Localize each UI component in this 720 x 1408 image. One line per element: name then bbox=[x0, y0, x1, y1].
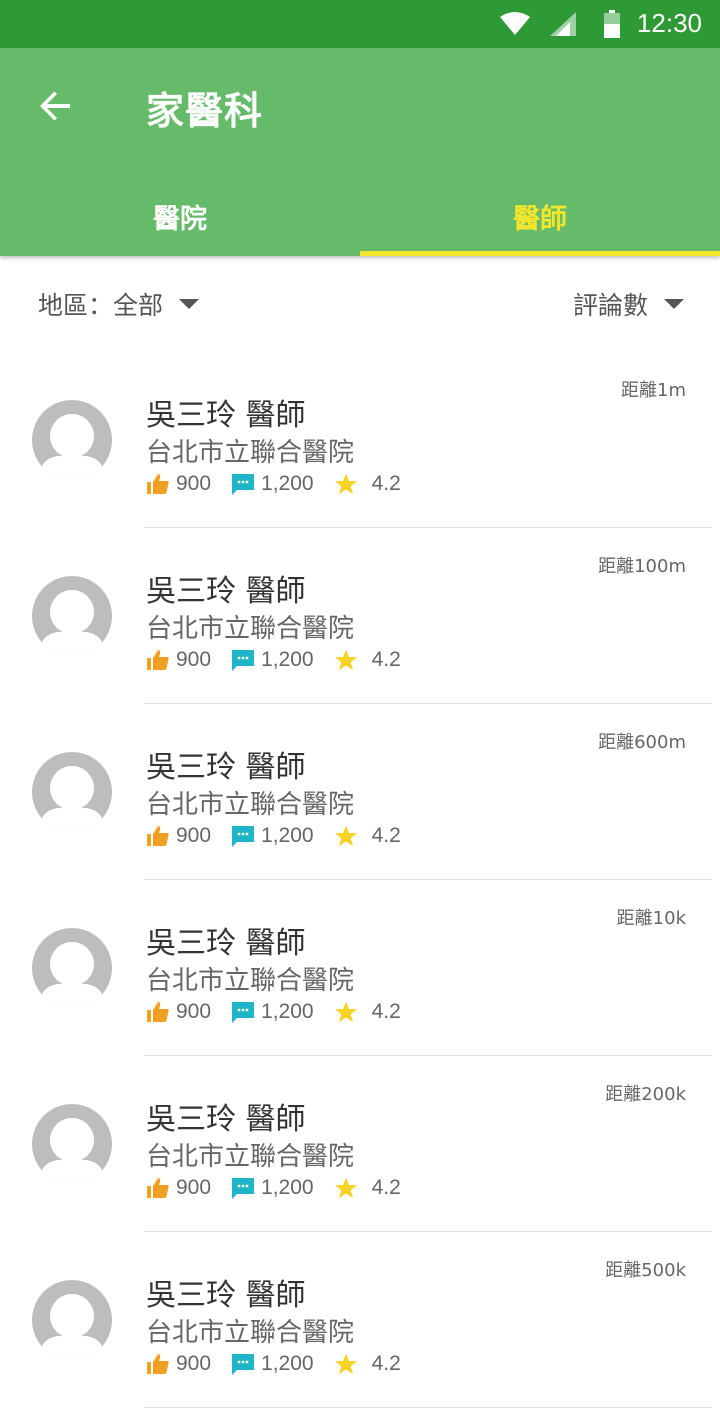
hospital-name: 台北市立聯合醫院 bbox=[146, 438, 355, 468]
tab-hospital[interactable]: 醫院 bbox=[0, 176, 360, 256]
likes-count: 900 bbox=[176, 1352, 212, 1375]
distance-label: 距離100m bbox=[598, 556, 686, 577]
region-filter-dropdown[interactable]: 地區：全部 bbox=[38, 284, 200, 324]
comment-icon bbox=[232, 474, 255, 495]
thumbs-up-icon bbox=[147, 1354, 169, 1374]
doctor-list-item[interactable]: 吳三玲 醫師 台北市立聯合醫院 900 1,200 4.2 距離200k bbox=[0, 1056, 720, 1232]
distance-label: 距離200k bbox=[605, 1084, 686, 1105]
star-icon bbox=[334, 1353, 357, 1374]
doctor-list-item[interactable]: 吳三玲 醫師 台北市立聯合醫院 900 1,200 4.2 距離600m bbox=[0, 704, 720, 880]
distance-label: 距離1m bbox=[621, 380, 686, 401]
doctor-name: 吳三玲 醫師 bbox=[146, 1102, 306, 1137]
status-time: 12:30 bbox=[636, 8, 702, 38]
likes-count: 900 bbox=[176, 1176, 212, 1199]
doctor-stats: 900 1,200 4.2 bbox=[146, 998, 421, 1026]
doctor-stats: 900 1,200 4.2 bbox=[146, 1174, 421, 1202]
doctor-list-item[interactable]: 吳三玲 醫師 台北市立聯合醫院 900 1,200 4.2 距離10k bbox=[0, 880, 720, 1056]
hospital-name: 台北市立聯合醫院 bbox=[146, 1318, 355, 1348]
doctor-name: 吳三玲 醫師 bbox=[146, 398, 306, 433]
comments-count: 1,200 bbox=[261, 472, 314, 495]
doctor-list-item[interactable]: 吳三玲 醫師 台北市立聯合醫院 900 1,200 4.2 距離500k bbox=[0, 1232, 720, 1408]
avatar-placeholder-icon bbox=[32, 1280, 112, 1360]
star-icon bbox=[334, 473, 357, 494]
doctor-list-item[interactable]: 吳三玲 醫師 台北市立聯合醫院 900 1,200 4.2 距離1m bbox=[0, 352, 720, 528]
likes-count: 900 bbox=[176, 824, 212, 847]
app-bar: 家醫科 醫院 醫師 bbox=[0, 48, 720, 256]
doctor-name: 吳三玲 醫師 bbox=[146, 1278, 306, 1313]
doctor-stats: 900 1,200 4.2 bbox=[146, 646, 421, 674]
doctor-stats: 900 1,200 4.2 bbox=[146, 470, 421, 498]
comments-count: 1,200 bbox=[261, 1000, 314, 1023]
star-icon bbox=[334, 825, 357, 846]
thumbs-up-icon bbox=[147, 474, 169, 494]
rating-value: 4.2 bbox=[371, 648, 401, 671]
doctor-list: 吳三玲 醫師 台北市立聯合醫院 900 1,200 4.2 距離1m 吳三玲 醫… bbox=[0, 352, 720, 1408]
doctor-list-item[interactable]: 吳三玲 醫師 台北市立聯合醫院 900 1,200 4.2 距離100m bbox=[0, 528, 720, 704]
region-filter-label: 地區：全部 bbox=[38, 291, 164, 320]
thumbs-up-icon bbox=[147, 1002, 169, 1022]
wifi-icon bbox=[500, 12, 530, 40]
sort-label: 評論數 bbox=[572, 291, 648, 320]
doctor-stats: 900 1,200 4.2 bbox=[146, 1350, 421, 1378]
comment-icon bbox=[232, 1178, 255, 1199]
hospital-name: 台北市立聯合醫院 bbox=[146, 966, 355, 996]
likes-count: 900 bbox=[176, 472, 212, 495]
hospital-name: 台北市立聯合醫院 bbox=[146, 614, 355, 644]
rating-value: 4.2 bbox=[371, 1000, 401, 1023]
arrow-back-icon bbox=[40, 91, 70, 121]
distance-label: 距離500k bbox=[605, 1260, 686, 1281]
likes-count: 900 bbox=[176, 648, 212, 671]
doctor-name: 吳三玲 醫師 bbox=[146, 750, 306, 785]
status-bar: 12:30 bbox=[0, 0, 720, 48]
distance-label: 距離600m bbox=[598, 732, 686, 753]
thumbs-up-icon bbox=[147, 650, 169, 670]
comments-count: 1,200 bbox=[261, 1352, 314, 1375]
tab-doctor[interactable]: 醫師 bbox=[360, 176, 720, 256]
signal-icon bbox=[550, 12, 576, 40]
comment-icon bbox=[232, 1002, 255, 1023]
hospital-name: 台北市立聯合醫院 bbox=[146, 790, 355, 820]
sort-dropdown[interactable]: 評論數 bbox=[573, 284, 684, 324]
hospital-name: 台北市立聯合醫院 bbox=[146, 1142, 355, 1172]
doctor-name: 吳三玲 醫師 bbox=[146, 574, 306, 609]
star-icon bbox=[334, 1177, 357, 1198]
thumbs-up-icon bbox=[147, 1178, 169, 1198]
comment-icon bbox=[232, 1354, 255, 1375]
battery-icon bbox=[604, 10, 620, 42]
dropdown-arrow-icon bbox=[664, 299, 684, 309]
rating-value: 4.2 bbox=[371, 472, 401, 495]
rating-value: 4.2 bbox=[371, 1176, 401, 1199]
star-icon bbox=[334, 649, 357, 670]
comments-count: 1,200 bbox=[261, 648, 314, 671]
avatar-placeholder-icon bbox=[32, 576, 112, 656]
back-button[interactable] bbox=[28, 78, 84, 134]
doctor-name: 吳三玲 醫師 bbox=[146, 926, 306, 961]
page-title: 家醫科 bbox=[146, 89, 264, 133]
comment-icon bbox=[232, 826, 255, 847]
avatar-placeholder-icon bbox=[32, 400, 112, 480]
comment-icon bbox=[232, 650, 255, 671]
comments-count: 1,200 bbox=[261, 1176, 314, 1199]
thumbs-up-icon bbox=[147, 826, 169, 846]
comments-count: 1,200 bbox=[261, 824, 314, 847]
avatar-placeholder-icon bbox=[32, 1104, 112, 1184]
rating-value: 4.2 bbox=[371, 824, 401, 847]
avatar-placeholder-icon bbox=[32, 752, 112, 832]
tab-indicator bbox=[360, 251, 720, 256]
dropdown-arrow-icon bbox=[179, 299, 200, 309]
distance-label: 距離10k bbox=[616, 908, 686, 929]
doctor-stats: 900 1,200 4.2 bbox=[146, 822, 421, 850]
rating-value: 4.2 bbox=[371, 1352, 401, 1375]
likes-count: 900 bbox=[176, 1000, 212, 1023]
star-icon bbox=[334, 1001, 357, 1022]
avatar-placeholder-icon bbox=[32, 928, 112, 1008]
